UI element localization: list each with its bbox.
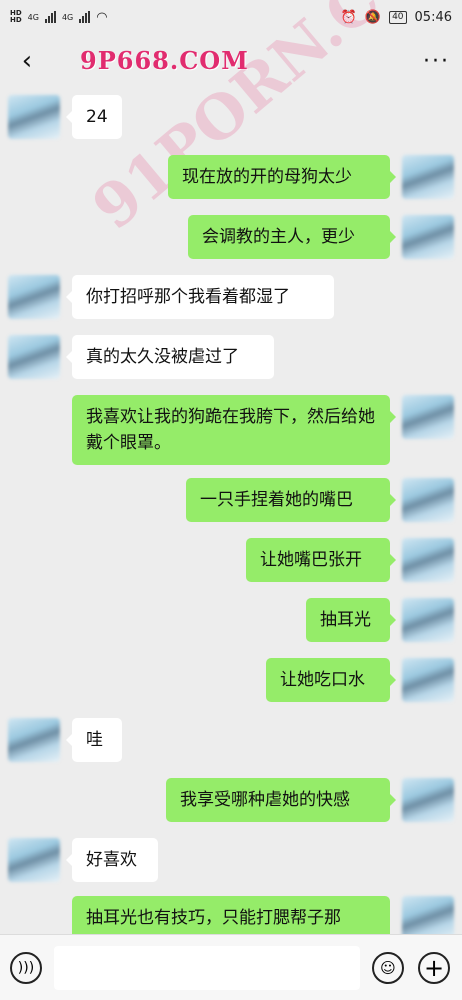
self-avatar[interactable] (402, 778, 454, 822)
self-avatar[interactable] (402, 478, 454, 522)
self-avatar[interactable] (402, 538, 454, 582)
voice-icon[interactable]: ))) (10, 952, 42, 984)
wifi-icon: ◠ (96, 9, 108, 25)
status-right: ⏰ 🔕 40 05:46 (341, 10, 452, 25)
sender-avatar[interactable] (8, 335, 60, 379)
self-avatar[interactable] (402, 395, 454, 439)
signal-icon (44, 11, 56, 23)
incoming-message[interactable]: 24 (66, 95, 122, 139)
self-avatar[interactable] (402, 658, 454, 702)
sender-avatar[interactable] (8, 718, 60, 762)
input-bar: ))) ☺ + (0, 934, 462, 1000)
clock-time: 05:46 (414, 9, 452, 25)
emoji-icon[interactable]: ☺ (372, 952, 404, 984)
status-bar: HD HD 4G 4G ◠ ⏰ 🔕 40 05:46 (0, 0, 462, 34)
outgoing-message[interactable]: 我喜欢让我的狗跪在我胯下，然后给她戴个眼罩。 (72, 395, 396, 465)
outgoing-message[interactable]: 抽耳光也有技巧，只能打腮帮子那 (72, 896, 390, 934)
incoming-message[interactable]: 你打招呼那个我看着都湿了 (66, 275, 334, 319)
hd-label-2: HD (10, 16, 22, 24)
back-chevron-icon[interactable]: ‹ (12, 46, 42, 76)
incoming-message[interactable]: 好喜欢 (66, 838, 158, 882)
self-avatar[interactable] (402, 598, 454, 642)
alarm-icon: ⏰ (340, 9, 357, 25)
self-avatar[interactable] (402, 215, 454, 259)
plus-icon[interactable]: + (418, 952, 450, 984)
sender-avatar[interactable] (8, 838, 60, 882)
network-label-1: 4G (27, 12, 39, 22)
incoming-message[interactable]: 哇 (66, 718, 122, 762)
self-avatar[interactable] (402, 155, 454, 199)
sender-avatar[interactable] (8, 95, 60, 139)
message-input[interactable] (54, 946, 360, 990)
outgoing-message[interactable]: 让她嘴巴张开 (246, 538, 396, 582)
outgoing-message[interactable]: 一只手捏着她的嘴巴 (186, 478, 396, 522)
battery-icon: 40 (389, 10, 407, 24)
status-left: HD HD 4G 4G ◠ (10, 10, 108, 25)
hd-indicator: HD HD (10, 10, 22, 24)
outgoing-message[interactable]: 现在放的开的母狗太少 (168, 155, 396, 199)
outgoing-message[interactable]: 让她吃口水 (266, 658, 396, 702)
chat-header: ‹ 9P668.COM ··· (0, 34, 462, 88)
more-icon[interactable]: ··· (423, 49, 450, 74)
outgoing-message[interactable]: 我享受哪种虐她的快感 (166, 778, 396, 822)
outgoing-message[interactable]: 会调教的主人，更少 (188, 215, 396, 259)
mute-icon: 🔕 (364, 9, 382, 25)
incoming-message[interactable]: 真的太久没被虐过了 (66, 335, 274, 379)
chat-title: 9P668.COM (80, 46, 249, 75)
outgoing-message[interactable]: 抽耳光 (306, 598, 396, 642)
signal-icon-2 (79, 11, 91, 23)
sender-avatar[interactable] (8, 275, 60, 319)
network-label-2: 4G (61, 12, 74, 22)
